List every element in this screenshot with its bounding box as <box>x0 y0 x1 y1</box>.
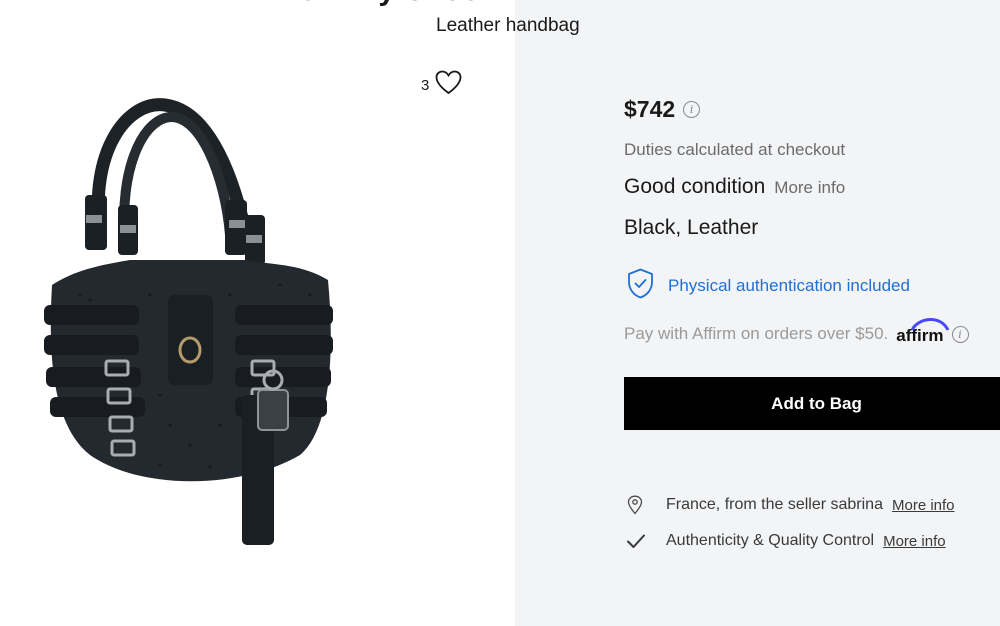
condition-more-info-link[interactable]: More info <box>774 178 845 198</box>
seller-location-text: France, from the seller sabrina <box>666 496 883 513</box>
condition-label: Good condition <box>624 175 766 198</box>
price-info-icon[interactable]: i <box>683 101 701 118</box>
add-to-bag-label: Add to Bag <box>771 394 862 413</box>
affirm-info-icon[interactable]: i <box>951 325 969 343</box>
price-row: $742 i <box>624 96 701 123</box>
product-page: Jimmy Choo Leather handbag 3 <box>0 0 1000 626</box>
price: $742 <box>624 96 676 122</box>
list-item-authenticity: Authenticity & Quality Control More info <box>626 523 955 559</box>
authentication-label: Physical authentication included <box>668 276 910 295</box>
condition-row: Good condition More info <box>624 175 845 199</box>
affirm-row: Pay with Affirm on orders over $50. affi… <box>624 318 969 346</box>
shield-check-icon <box>627 268 654 304</box>
authenticity-text: Authenticity & Quality Control <box>666 532 875 549</box>
info-list: France, from the seller sabrina More inf… <box>626 487 955 559</box>
affirm-logo: affirm <box>896 318 950 346</box>
affirm-text: Pay with Affirm on orders over $50. <box>624 324 889 343</box>
location-pin-icon <box>626 495 666 515</box>
list-item-seller-location: France, from the seller sabrina More inf… <box>626 487 955 523</box>
heart-icon <box>435 70 462 100</box>
seller-more-info-link[interactable]: More info <box>892 497 955 514</box>
like-button[interactable]: 3 <box>421 70 462 100</box>
checkmark-icon <box>626 533 666 549</box>
like-count: 3 <box>421 76 430 94</box>
authentication-link[interactable]: Physical authentication included <box>627 268 910 304</box>
authenticity-more-info-link[interactable]: More info <box>883 533 946 550</box>
add-to-bag-button[interactable]: Add to Bag <box>624 377 1000 430</box>
product-image[interactable] <box>30 95 350 565</box>
brand-title: Jimmy Choo <box>300 0 480 8</box>
product-subtitle: Leather handbag <box>436 15 580 36</box>
colour-material: Black, Leather <box>624 216 759 239</box>
duties-note: Duties calculated at checkout <box>624 140 846 159</box>
